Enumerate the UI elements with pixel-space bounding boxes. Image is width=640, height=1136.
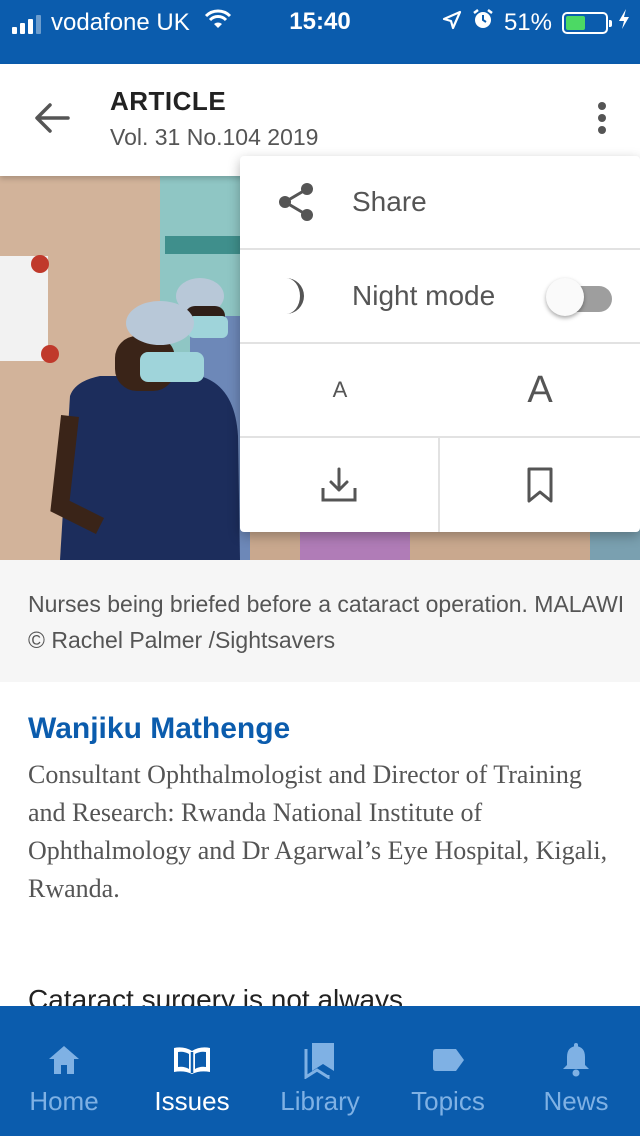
bookmark-icon	[527, 467, 553, 503]
author-name-link[interactable]: Wanjiku Mathenge	[28, 712, 290, 746]
status-right: 51%	[442, 8, 630, 37]
overflow-menu: Share Night mode A A	[240, 156, 640, 532]
font-small-label: A	[332, 377, 348, 402]
night-mode-toggle[interactable]	[546, 278, 612, 316]
home-icon	[47, 1042, 81, 1078]
download-icon	[321, 467, 357, 502]
increase-font-button[interactable]: A	[440, 343, 640, 437]
nav-library[interactable]: Library	[256, 1006, 384, 1136]
photo-caption: Nurses being briefed before a cataract o…	[28, 591, 625, 653]
status-bar: vodafone UK 15:40 51%	[0, 0, 640, 64]
decrease-font-button[interactable]: A	[240, 343, 440, 437]
nav-label-news: News	[543, 1086, 609, 1116]
nav-issues[interactable]: Issues	[128, 1006, 256, 1136]
nav-topics[interactable]: Topics	[384, 1006, 512, 1136]
nav-news[interactable]: News	[512, 1006, 640, 1136]
font-large-label: A	[527, 368, 553, 411]
nav-home[interactable]: Home	[0, 1006, 128, 1136]
battery-percentage: 51%	[503, 8, 552, 36]
nav-label-issues: Issues	[154, 1086, 230, 1116]
author-bio: Consultant Ophthalmologist and Director …	[28, 760, 608, 903]
bottom-navigation: Home Issues Library Topics News	[0, 1006, 640, 1136]
share-icon	[240, 182, 352, 222]
location-arrow-icon	[442, 9, 462, 37]
arrow-left-icon	[35, 103, 70, 133]
bell-icon	[561, 1042, 591, 1078]
charging-bolt-icon	[618, 8, 630, 37]
issue-subtitle: Vol. 31 No.104 2019	[110, 124, 319, 150]
download-button[interactable]	[240, 438, 440, 532]
nav-label-home: Home	[29, 1086, 99, 1116]
bookmark-button[interactable]	[440, 438, 640, 532]
night-mode-menu-item[interactable]: Night mode	[240, 250, 640, 344]
battery-icon	[562, 11, 612, 34]
more-vertical-icon	[598, 102, 606, 110]
moon-icon	[240, 276, 352, 316]
back-button[interactable]	[28, 94, 76, 142]
night-mode-label: Night mode	[352, 280, 496, 311]
nav-label-library: Library	[280, 1086, 360, 1116]
font-size-row: A A	[240, 344, 640, 438]
page-title: ARTICLE	[110, 86, 227, 116]
share-label: Share	[352, 186, 427, 217]
library-icon	[304, 1042, 336, 1079]
nav-label-topics: Topics	[411, 1086, 485, 1116]
tag-icon	[431, 1042, 465, 1078]
actions-row	[240, 438, 640, 532]
alarm-clock-icon	[472, 8, 494, 37]
open-book-icon	[172, 1042, 212, 1078]
more-options-button[interactable]	[586, 98, 618, 138]
share-menu-item[interactable]: Share	[240, 156, 640, 250]
